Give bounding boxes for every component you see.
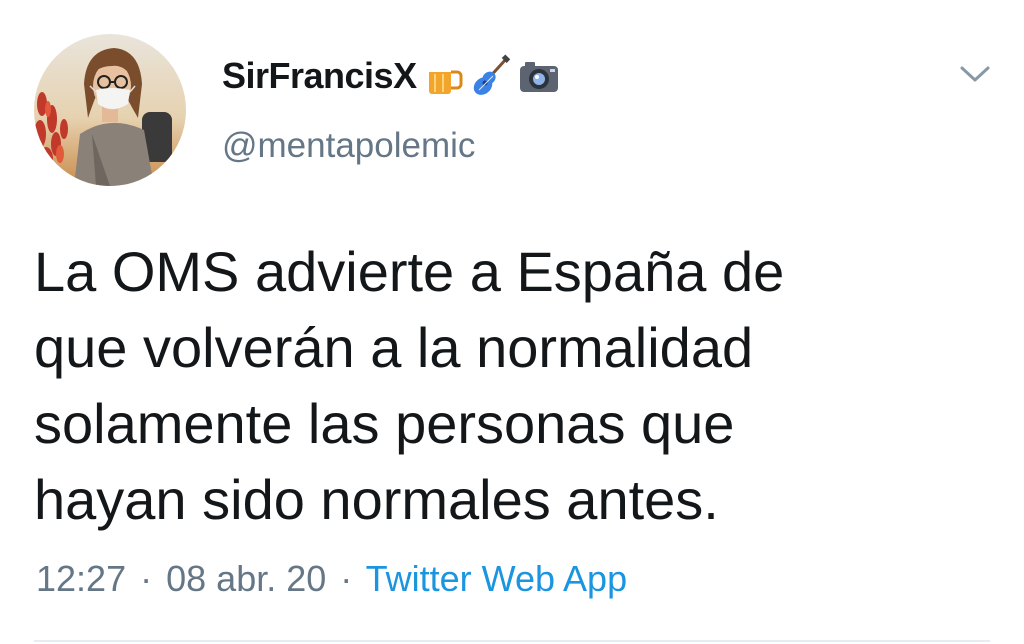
tweet-source-link[interactable]: Twitter Web App (366, 558, 627, 599)
separator: · (340, 558, 353, 599)
avatar[interactable] (34, 34, 186, 186)
tweet-date[interactable]: 08 abr. 20 (166, 558, 326, 599)
tweet-text-line: que volverán a la normalidad (34, 316, 754, 379)
tweet-text-line: hayan sido normales antes. (34, 468, 719, 531)
user-handle[interactable]: @mentapolemic (222, 126, 475, 166)
camera-emoji (517, 54, 561, 98)
tweet-text-line: La OMS advierte a España de (34, 240, 785, 303)
divider (34, 640, 990, 642)
display-name-row[interactable]: SirFrancisX (222, 54, 561, 98)
guitar-emoji (469, 54, 513, 98)
beer-mug-emoji (421, 54, 465, 98)
chevron-down-icon[interactable] (956, 60, 994, 86)
tweet-text-line: solamente las personas que (34, 392, 735, 455)
display-name[interactable]: SirFrancisX (222, 55, 417, 97)
separator: · (140, 558, 153, 599)
tweet-metadata: 12:27 · 08 abr. 20 · Twitter Web App (36, 558, 627, 600)
tweet-card: SirFrancisX @mentapolemic La OMS adviert… (0, 0, 1024, 644)
tweet-time[interactable]: 12:27 (36, 558, 126, 599)
tweet-text: La OMS advierte a España de que volverán… (34, 234, 974, 538)
